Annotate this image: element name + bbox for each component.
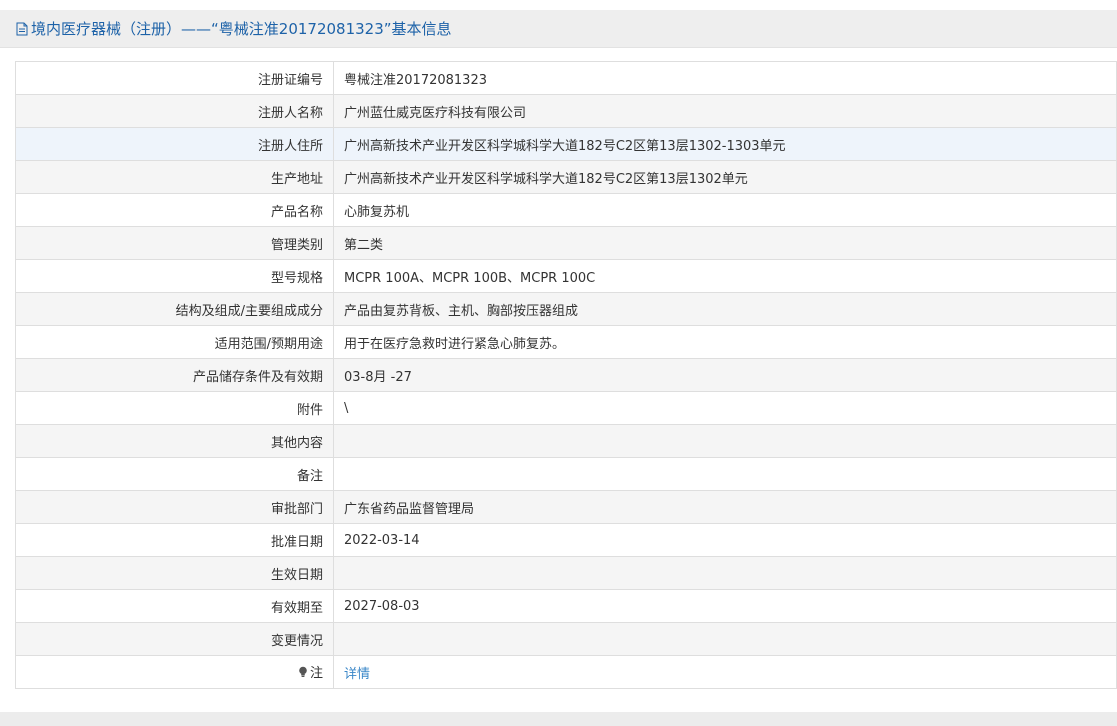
document-icon [16,22,28,36]
row-value: 2022-03-14 [333,523,1117,557]
row-label: 审批部门 [15,490,334,524]
table-row: 批准日期 2022-03-14 [15,523,1117,557]
row-value: 第二类 [333,226,1117,260]
note-value: 详情 [333,655,1117,689]
table-row: 备注 [15,457,1117,491]
table-row: 其他内容 [15,424,1117,458]
row-label: 附件 [15,391,334,425]
row-value: 广州高新技术产业开发区科学城科学大道182号C2区第13层1302-1303单元 [333,127,1117,161]
row-value [333,622,1117,656]
row-label: 变更情况 [15,622,334,656]
table-row: 注册人住所 广州高新技术产业开发区科学城科学大道182号C2区第13层1302-… [15,127,1117,161]
row-label: 产品储存条件及有效期 [15,358,334,392]
table-row: 变更情况 [15,622,1117,656]
row-label: 型号规格 [15,259,334,293]
row-label: 管理类别 [15,226,334,260]
details-link[interactable]: 详情 [344,667,370,682]
row-label: 注册人住所 [15,127,334,161]
table-row: 有效期至 2027-08-03 [15,589,1117,623]
bottom-strip [0,712,1117,726]
row-label: 备注 [15,457,334,491]
row-value: MCPR 100A、MCPR 100B、MCPR 100C [333,259,1117,293]
row-value: 用于在医疗急救时进行紧急心肺复苏。 [333,325,1117,359]
note-label: 注 [298,662,323,681]
row-label: 结构及组成/主要组成成分 [15,292,334,326]
page-title: 境内医疗器械（注册）——“粤械注准20172081323”基本信息 [31,20,452,38]
table-row: 附件 \ [15,391,1117,425]
page-header: 境内医疗器械（注册）——“粤械注准20172081323”基本信息 [0,10,1117,48]
row-value [333,457,1117,491]
table-row: 管理类别 第二类 [15,226,1117,260]
row-value: 心肺复苏机 [333,193,1117,227]
table-row: 注册证编号 粤械注准20172081323 [15,61,1117,95]
table-row: 注册人名称 广州蓝仕威克医疗科技有限公司 [15,94,1117,128]
table-row: 产品名称 心肺复苏机 [15,193,1117,227]
row-value: 广东省药品监督管理局 [333,490,1117,524]
table-row: 审批部门 广东省药品监督管理局 [15,490,1117,524]
table-row-note: 注 详情 [15,655,1117,689]
row-value: 产品由复苏背板、主机、胸部按压器组成 [333,292,1117,326]
note-label-text: 注 [309,666,323,682]
table-row: 生效日期 [15,556,1117,590]
row-value: 03-8月 -27 [333,358,1117,392]
lightbulb-icon [298,666,308,678]
table-row: 生产地址 广州高新技术产业开发区科学城科学大道182号C2区第13层1302单元 [15,160,1117,194]
row-label: 生产地址 [15,160,334,194]
info-table-container: 注册证编号 粤械注准20172081323 注册人名称 广州蓝仕威克医疗科技有限… [15,61,1117,689]
table-row: 型号规格 MCPR 100A、MCPR 100B、MCPR 100C [15,259,1117,293]
top-strip [0,0,1117,10]
row-value [333,424,1117,458]
row-label: 其他内容 [15,424,334,458]
table-row: 结构及组成/主要组成成分 产品由复苏背板、主机、胸部按压器组成 [15,292,1117,326]
note-label-cell: 注 [15,655,334,689]
row-value: 粤械注准20172081323 [333,61,1117,95]
row-label: 生效日期 [15,556,334,590]
row-label: 适用范围/预期用途 [15,325,334,359]
row-label: 注册证编号 [15,61,334,95]
row-value: \ [333,391,1117,425]
row-label: 有效期至 [15,589,334,623]
row-value: 广州蓝仕威克医疗科技有限公司 [333,94,1117,128]
table-row: 适用范围/预期用途 用于在医疗急救时进行紧急心肺复苏。 [15,325,1117,359]
table-row: 产品储存条件及有效期 03-8月 -27 [15,358,1117,392]
row-value: 广州高新技术产业开发区科学城科学大道182号C2区第13层1302单元 [333,160,1117,194]
row-value: 2027-08-03 [333,589,1117,623]
row-label: 批准日期 [15,523,334,557]
row-label: 注册人名称 [15,94,334,128]
row-value [333,556,1117,590]
info-table: 注册证编号 粤械注准20172081323 注册人名称 广州蓝仕威克医疗科技有限… [15,61,1117,689]
row-label: 产品名称 [15,193,334,227]
